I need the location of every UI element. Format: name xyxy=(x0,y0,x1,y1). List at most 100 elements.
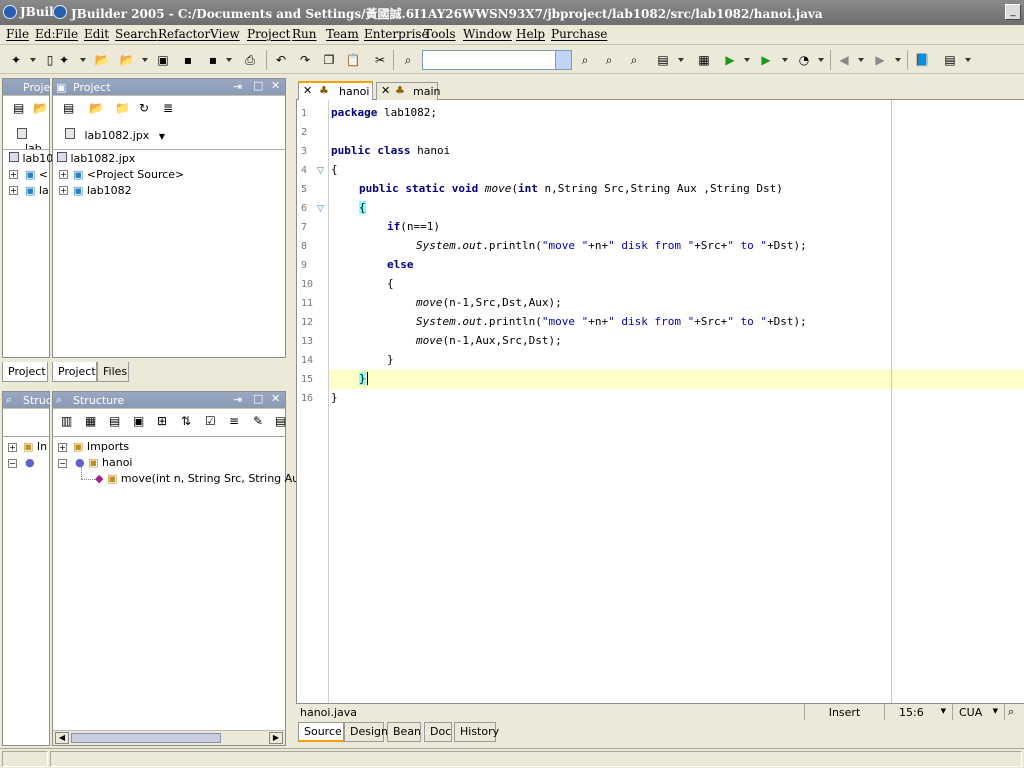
tab-doc[interactable]: Doc xyxy=(424,722,452,742)
hierarchy-icon[interactable]: ⊞ xyxy=(157,414,167,428)
tree-method-move[interactable]: ◆ ▣ move(int n, String Src, String Aux xyxy=(95,472,306,485)
open-icon[interactable]: 📂 xyxy=(94,52,110,68)
menu-run[interactable]: Run xyxy=(292,27,317,41)
workspace-icon[interactable]: ▤ xyxy=(942,52,958,68)
wand-icon[interactable]: ✎ xyxy=(253,414,263,428)
tree-class-hanoi[interactable]: ● ▣ hanoi xyxy=(75,456,133,469)
menu-enterprise[interactable]: Enterprise xyxy=(364,27,429,41)
close-icon[interactable]: ✕ xyxy=(303,84,312,97)
project-selector[interactable]: lab1082.jpx ▼ xyxy=(65,128,165,142)
new-icon[interactable]: ✦ xyxy=(8,52,24,68)
menu-refactor[interactable]: Refactor xyxy=(158,27,210,41)
text-cursor xyxy=(366,372,375,385)
tree-view-icon[interactable]: ≡ xyxy=(229,414,239,428)
make-icon[interactable]: ▦ xyxy=(696,52,712,68)
add-files-icon[interactable]: ▤ xyxy=(63,101,74,115)
run-icon[interactable]: ▶ xyxy=(722,52,738,68)
menu-purchase[interactable]: Purchase xyxy=(551,27,607,41)
search-combo[interactable] xyxy=(422,50,572,70)
tab-hanoi[interactable]: ✕ ♣ hanoi xyxy=(298,81,373,100)
tree-root[interactable]: lab10 xyxy=(9,152,53,165)
code-editor[interactable]: 1 2 3 4 5 6 7 8 9 10 11 12 13 14 15 16 ▽… xyxy=(296,100,1024,703)
collapse-icon[interactable]: ▣ xyxy=(133,414,144,428)
layout-icon[interactable]: ▤ xyxy=(275,414,286,428)
forward-icon[interactable]: ▶ xyxy=(872,52,888,68)
tree-item[interactable]: ▣ < xyxy=(25,168,48,181)
expand-icon[interactable]: ▤ xyxy=(109,414,120,428)
close-icon[interactable]: ✕ xyxy=(271,392,280,405)
tab-history[interactable]: History xyxy=(454,722,499,742)
tree-item-package[interactable]: ▣ lab1082 xyxy=(73,184,132,197)
search-replace-icon[interactable]: ⌕ xyxy=(577,52,593,68)
fold-icon[interactable]: ▽ xyxy=(317,166,324,176)
tab-design[interactable]: Design xyxy=(344,722,388,742)
keymap-combo[interactable]: CUA ▼ xyxy=(952,704,1004,721)
tab-bean[interactable]: Bean xyxy=(387,722,421,742)
menu-file-left[interactable]: File xyxy=(6,27,29,41)
paste-icon[interactable]: 📋 xyxy=(345,52,361,68)
debug-icon[interactable]: ▶ xyxy=(758,52,774,68)
back-icon[interactable]: ◀ xyxy=(836,52,852,68)
menu-team[interactable]: Team xyxy=(326,27,359,41)
maximize-icon[interactable]: □ xyxy=(253,79,263,92)
tree-imports[interactable]: ▣ In xyxy=(23,440,47,453)
save-icon[interactable]: ▪ xyxy=(180,52,196,68)
add-folder-icon[interactable]: 📂 xyxy=(33,101,48,115)
cut-icon[interactable]: ✂ xyxy=(372,52,388,68)
menu-tools[interactable]: Tools xyxy=(424,27,456,41)
dock-icon[interactable]: ⇥ xyxy=(233,393,242,406)
tree-imports[interactable]: ▣ Imports xyxy=(73,440,129,453)
dock-icon[interactable]: ⇥ xyxy=(233,80,242,93)
add-files-icon[interactable]: ▤ xyxy=(13,101,24,115)
properties-icon[interactable]: ≣ xyxy=(163,101,173,115)
find-definition-icon[interactable]: ⌕ xyxy=(601,52,617,68)
check-icon[interactable]: ☑ xyxy=(205,414,216,428)
menu-search[interactable]: Search xyxy=(115,27,158,41)
menu-view[interactable]: View xyxy=(210,27,240,41)
tab-source[interactable]: Source xyxy=(298,722,344,742)
undo-icon[interactable]: ↶ xyxy=(273,52,289,68)
menu-edit[interactable]: Edit xyxy=(84,27,109,41)
print-icon[interactable]: ⎙ xyxy=(242,52,258,68)
tree-item[interactable]: ▣ la xyxy=(25,184,49,197)
help-book-icon[interactable]: 📘 xyxy=(914,52,930,68)
fold-icon[interactable]: ▽ xyxy=(317,204,324,214)
close-file-icon[interactable]: ▣ xyxy=(155,52,171,68)
project-group-icon[interactable]: ▤ xyxy=(655,52,671,68)
tab-project-left[interactable]: Project xyxy=(2,362,48,382)
maximize-icon[interactable]: □ xyxy=(253,392,263,405)
cursor-position-combo[interactable]: 15:6 ▼ xyxy=(884,704,952,721)
tree-item-project-source[interactable]: ▣ <Project Source> xyxy=(73,168,184,181)
find-icon[interactable]: ⌕ xyxy=(400,52,416,68)
insert-mode-status[interactable]: Insert xyxy=(804,704,884,721)
sort-alpha-icon[interactable]: ⇅ xyxy=(181,414,191,428)
redo-icon[interactable]: ↷ xyxy=(297,52,313,68)
tree-root[interactable]: lab1082.jpx xyxy=(57,152,135,165)
search-icon[interactable]: ⌕ xyxy=(1004,704,1024,721)
reopen-icon[interactable]: 📂 xyxy=(119,52,135,68)
sort-icon[interactable]: ▥ xyxy=(61,414,72,428)
menu-edit-left[interactable]: Ed: xyxy=(35,27,55,41)
remove-icon[interactable]: 📁 xyxy=(115,101,130,115)
close-icon[interactable]: ✕ xyxy=(271,79,280,92)
menu-window[interactable]: Window xyxy=(463,27,512,41)
find-references-icon[interactable]: ⌕ xyxy=(626,52,642,68)
filter-icon[interactable]: ▦ xyxy=(85,414,96,428)
minimize-button[interactable]: _ xyxy=(1005,4,1021,20)
close-icon[interactable]: ✕ xyxy=(381,84,390,97)
refresh-icon[interactable]: ↻ xyxy=(139,101,149,115)
save-all-icon[interactable]: ▪ xyxy=(205,52,221,68)
copy-icon[interactable]: ❐ xyxy=(321,52,337,68)
horizontal-scrollbar[interactable]: ◀ ▶ xyxy=(53,730,285,745)
menu-help[interactable]: Help xyxy=(516,27,545,41)
menu-file[interactable]: File xyxy=(55,27,78,41)
optimize-icon[interactable]: ◔ xyxy=(796,52,812,68)
tree-class[interactable]: ● xyxy=(25,456,35,469)
new-class-icon[interactable]: ✦ xyxy=(56,52,72,68)
tab-main[interactable]: ✕ ♣ main xyxy=(376,82,440,100)
menu-project[interactable]: Project xyxy=(247,27,290,41)
add-folder-icon[interactable]: 📂 xyxy=(89,101,104,115)
tab-files[interactable]: Files xyxy=(97,362,129,382)
tab-project[interactable]: Project xyxy=(52,362,97,382)
chevron-down-icon[interactable] xyxy=(555,51,571,69)
